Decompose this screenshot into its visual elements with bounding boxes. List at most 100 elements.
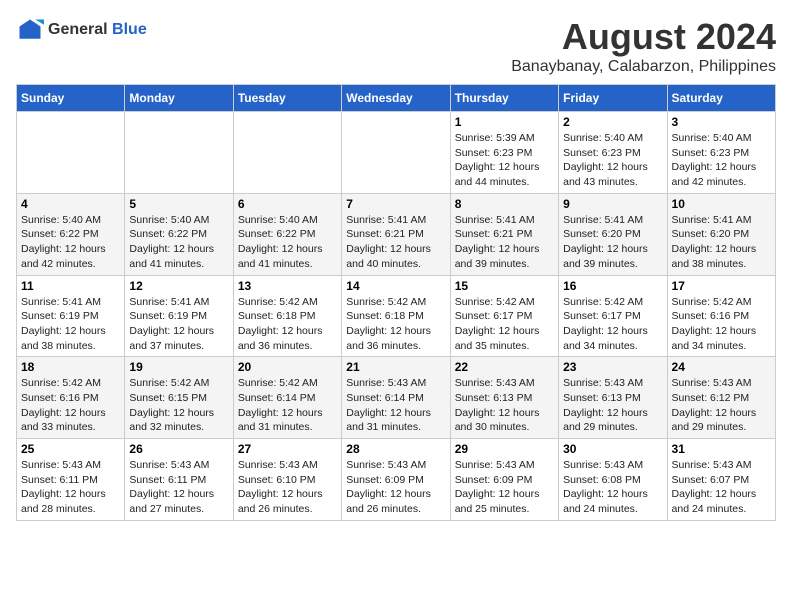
calendar-cell: 6Sunrise: 5:40 AM Sunset: 6:22 PM Daylig… — [233, 193, 341, 275]
day-detail: Sunrise: 5:40 AM Sunset: 6:22 PM Dayligh… — [129, 213, 228, 272]
col-thursday: Thursday — [450, 85, 558, 112]
day-detail: Sunrise: 5:42 AM Sunset: 6:15 PM Dayligh… — [129, 376, 228, 435]
day-detail: Sunrise: 5:42 AM Sunset: 6:17 PM Dayligh… — [563, 295, 662, 354]
day-number: 17 — [672, 279, 771, 293]
logo: General Blue — [16, 16, 147, 44]
col-tuesday: Tuesday — [233, 85, 341, 112]
calendar-cell: 5 Sunrise: 5:40 AM Sunset: 6:22 PM Daylig… — [125, 193, 233, 275]
day-number: 26 — [129, 442, 228, 456]
calendar-week-5: 25 Sunrise: 5:43 AM Sunset: 6:11 PM Dayli… — [17, 439, 776, 521]
col-friday: Friday — [559, 85, 667, 112]
calendar-cell: 11 Sunrise: 5:41 AM Sunset: 6:19 PM Dayli… — [17, 275, 125, 357]
day-detail: Sunrise: 5:39 AM Sunset: 6:23 PM Dayligh… — [455, 131, 554, 190]
day-detail: Sunrise: 5:42 AM Sunset: 6:16 PM Dayligh… — [21, 376, 120, 435]
day-number: 24 — [672, 360, 771, 374]
day-detail: Sunrise: 5:42 AM Sunset: 6:18 PM Dayligh… — [346, 295, 445, 354]
calendar-cell: 12 Sunrise: 5:41 AM Sunset: 6:19 PM Dayli… — [125, 275, 233, 357]
day-number: 25 — [21, 442, 120, 456]
calendar-cell: 9Sunrise: 5:41 AM Sunset: 6:20 PM Daylig… — [559, 193, 667, 275]
day-detail: Sunrise: 5:43 AM Sunset: 6:13 PM Dayligh… — [563, 376, 662, 435]
day-number: 8 — [455, 197, 554, 211]
day-number: 13 — [238, 279, 337, 293]
header-row: Sunday Monday Tuesday Wednesday Thursday… — [17, 85, 776, 112]
day-number: 19 — [129, 360, 228, 374]
day-number: 20 — [238, 360, 337, 374]
logo-blue: Blue — [112, 21, 147, 38]
calendar-cell: 23 Sunrise: 5:43 AM Sunset: 6:13 PM Dayli… — [559, 357, 667, 439]
day-number: 7 — [346, 197, 445, 211]
day-detail: Sunrise: 5:41 AM Sunset: 6:19 PM Dayligh… — [129, 295, 228, 354]
day-number: 10 — [672, 197, 771, 211]
calendar-cell: 13 Sunrise: 5:42 AM Sunset: 6:18 PM Dayli… — [233, 275, 341, 357]
main-title: August 2024 — [511, 16, 776, 58]
col-monday: Monday — [125, 85, 233, 112]
title-area: August 2024 Banaybanay, Calabarzon, Phil… — [511, 16, 776, 76]
day-detail: Sunrise: 5:40 AM Sunset: 6:23 PM Dayligh… — [563, 131, 662, 190]
calendar-cell: 29Sunrise: 5:43 AM Sunset: 6:09 PM Dayli… — [450, 439, 558, 521]
day-number: 29 — [455, 442, 554, 456]
logo-general: General — [48, 21, 108, 38]
calendar-cell: 25 Sunrise: 5:43 AM Sunset: 6:11 PM Dayli… — [17, 439, 125, 521]
calendar-cell: 7 Sunrise: 5:41 AM Sunset: 6:21 PM Daylig… — [342, 193, 450, 275]
day-number: 21 — [346, 360, 445, 374]
calendar-cell: 30Sunrise: 5:43 AM Sunset: 6:08 PM Dayli… — [559, 439, 667, 521]
day-number: 27 — [238, 442, 337, 456]
calendar-week-2: 4 Sunrise: 5:40 AM Sunset: 6:22 PM Daylig… — [17, 193, 776, 275]
calendar-cell: 22 Sunrise: 5:43 AM Sunset: 6:13 PM Dayli… — [450, 357, 558, 439]
calendar-table: Sunday Monday Tuesday Wednesday Thursday… — [16, 84, 776, 521]
calendar-cell: 14 Sunrise: 5:42 AM Sunset: 6:18 PM Dayli… — [342, 275, 450, 357]
day-number: 6 — [238, 197, 337, 211]
day-detail: Sunrise: 5:43 AM Sunset: 6:07 PM Dayligh… — [672, 458, 771, 517]
calendar-cell: 28Sunrise: 5:43 AM Sunset: 6:09 PM Dayli… — [342, 439, 450, 521]
calendar-week-1: 1 Sunrise: 5:39 AM Sunset: 6:23 PM Daylig… — [17, 112, 776, 194]
calendar-cell: 27Sunrise: 5:43 AM Sunset: 6:10 PM Dayli… — [233, 439, 341, 521]
calendar-cell: 26Sunrise: 5:43 AM Sunset: 6:11 PM Dayli… — [125, 439, 233, 521]
day-detail: Sunrise: 5:43 AM Sunset: 6:09 PM Dayligh… — [346, 458, 445, 517]
day-number: 9 — [563, 197, 662, 211]
calendar-cell: 3 Sunrise: 5:40 AM Sunset: 6:23 PM Daylig… — [667, 112, 775, 194]
day-detail: Sunrise: 5:40 AM Sunset: 6:23 PM Dayligh… — [672, 131, 771, 190]
day-detail: Sunrise: 5:41 AM Sunset: 6:21 PM Dayligh… — [455, 213, 554, 272]
day-detail: Sunrise: 5:41 AM Sunset: 6:20 PM Dayligh… — [672, 213, 771, 272]
day-detail: Sunrise: 5:43 AM Sunset: 6:12 PM Dayligh… — [672, 376, 771, 435]
calendar-cell: 8 Sunrise: 5:41 AM Sunset: 6:21 PM Daylig… — [450, 193, 558, 275]
day-number: 14 — [346, 279, 445, 293]
calendar-cell: 4 Sunrise: 5:40 AM Sunset: 6:22 PM Daylig… — [17, 193, 125, 275]
logo-icon — [16, 16, 44, 44]
calendar-cell: 18 Sunrise: 5:42 AM Sunset: 6:16 PM Dayli… — [17, 357, 125, 439]
day-number: 31 — [672, 442, 771, 456]
day-number: 22 — [455, 360, 554, 374]
calendar-week-4: 18 Sunrise: 5:42 AM Sunset: 6:16 PM Dayli… — [17, 357, 776, 439]
day-number: 2 — [563, 115, 662, 129]
day-number: 23 — [563, 360, 662, 374]
calendar-cell — [342, 112, 450, 194]
day-number: 11 — [21, 279, 120, 293]
day-number: 16 — [563, 279, 662, 293]
day-detail: Sunrise: 5:43 AM Sunset: 6:11 PM Dayligh… — [21, 458, 120, 517]
day-detail: Sunrise: 5:40 AM Sunset: 6:22 PM Dayligh… — [21, 213, 120, 272]
calendar-cell: 1 Sunrise: 5:39 AM Sunset: 6:23 PM Daylig… — [450, 112, 558, 194]
subtitle: Banaybanay, Calabarzon, Philippines — [511, 58, 776, 76]
calendar-cell: 17 Sunrise: 5:42 AM Sunset: 6:16 PM Dayli… — [667, 275, 775, 357]
day-number: 4 — [21, 197, 120, 211]
day-number: 1 — [455, 115, 554, 129]
day-number: 12 — [129, 279, 228, 293]
calendar-week-3: 11 Sunrise: 5:41 AM Sunset: 6:19 PM Dayli… — [17, 275, 776, 357]
day-detail: Sunrise: 5:43 AM Sunset: 6:13 PM Dayligh… — [455, 376, 554, 435]
day-detail: Sunrise: 5:42 AM Sunset: 6:18 PM Dayligh… — [238, 295, 337, 354]
day-number: 3 — [672, 115, 771, 129]
day-number: 5 — [129, 197, 228, 211]
day-detail: Sunrise: 5:42 AM Sunset: 6:16 PM Dayligh… — [672, 295, 771, 354]
day-detail: Sunrise: 5:41 AM Sunset: 6:19 PM Dayligh… — [21, 295, 120, 354]
calendar-cell: 16 Sunrise: 5:42 AM Sunset: 6:17 PM Dayli… — [559, 275, 667, 357]
day-detail: Sunrise: 5:43 AM Sunset: 6:14 PM Dayligh… — [346, 376, 445, 435]
calendar-cell — [233, 112, 341, 194]
calendar-cell — [17, 112, 125, 194]
calendar-cell: 19 Sunrise: 5:42 AM Sunset: 6:15 PM Dayli… — [125, 357, 233, 439]
calendar-cell: 20Sunrise: 5:42 AM Sunset: 6:14 PM Dayli… — [233, 357, 341, 439]
calendar-cell: 31 Sunrise: 5:43 AM Sunset: 6:07 PM Dayli… — [667, 439, 775, 521]
col-saturday: Saturday — [667, 85, 775, 112]
header: General Blue August 2024 Banaybanay, Cal… — [16, 16, 776, 76]
day-number: 18 — [21, 360, 120, 374]
day-detail: Sunrise: 5:41 AM Sunset: 6:21 PM Dayligh… — [346, 213, 445, 272]
